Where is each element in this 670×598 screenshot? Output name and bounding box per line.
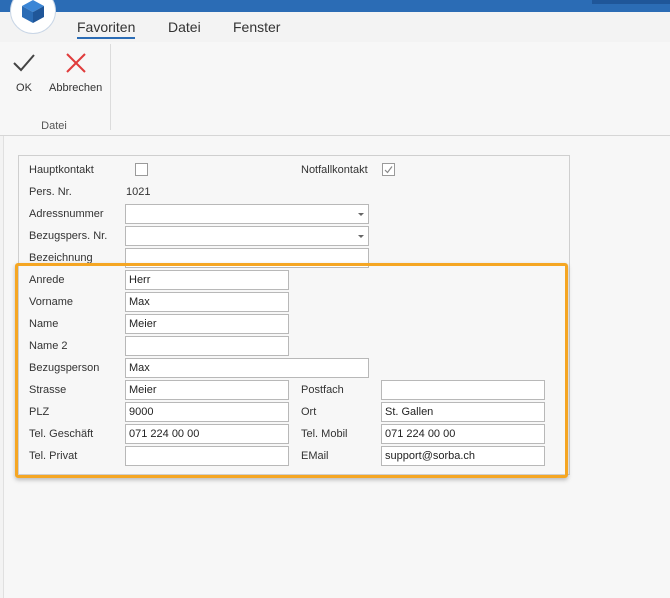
adressnummer-combo[interactable] [125,204,369,224]
close-icon [65,53,86,73]
persnr-value: 1021 [126,186,151,198]
tab-fenster[interactable]: Fenster [233,19,280,35]
name-field[interactable]: Meier [125,314,289,334]
ribbon-divider [110,44,111,130]
bezugsperson-field[interactable]: Max [125,358,369,378]
bezugsperson-label: Bezugsperson [29,362,100,374]
postfach-field[interactable] [381,380,545,400]
tab-datei[interactable]: Datei [168,19,201,35]
persnr-label: Pers. Nr. [29,186,72,198]
telmobil-field[interactable]: 071 224 00 00 [381,424,545,444]
name2-label: Name 2 [29,340,68,352]
contact-form: Hauptkontakt Notfallkontakt Pers. Nr. 10… [18,155,570,475]
checkmark-icon [13,54,35,72]
vorname-label: Vorname [29,296,74,308]
anrede-field[interactable]: Herr [125,270,289,290]
ok-button[interactable]: OK [11,50,37,94]
bezugspersnr-combo[interactable] [125,226,369,246]
ribbon: OK Abbrechen Datei [0,42,670,136]
strasse-field[interactable]: Meier [125,380,289,400]
telgeschaeft-field[interactable]: 071 224 00 00 [125,424,289,444]
bezeichnung-label: Bezeichnung [29,252,93,264]
postfach-label: Postfach [301,384,344,396]
checkmark-icon [384,166,393,174]
workspace: Hauptkontakt Notfallkontakt Pers. Nr. 10… [3,136,670,598]
email-field[interactable]: support@sorba.ch [381,446,545,466]
chevron-down-icon[interactable] [358,235,364,238]
telprivat-field[interactable] [125,446,289,466]
adressnummer-label: Adressnummer [29,208,104,220]
notfallkontakt-label: Notfallkontakt [301,164,368,176]
ribbon-group-label: Datei [41,120,67,132]
cancel-label: Abbrechen [49,82,103,94]
window-controls[interactable] [592,0,670,4]
notfallkontakt-checkbox[interactable] [382,163,395,176]
strasse-label: Strasse [29,384,67,396]
bezeichnung-field[interactable] [125,248,369,268]
tab-favoriten[interactable]: Favoriten [77,19,136,39]
plz-field[interactable]: 9000 [125,402,289,422]
vorname-field[interactable]: Max [125,292,289,312]
telgeschaeft-label: Tel. Geschäft [29,428,94,440]
ok-label: OK [16,82,32,94]
name2-field[interactable] [125,336,289,356]
telprivat-label: Tel. Privat [29,450,78,462]
ort-field[interactable]: St. Gallen [381,402,545,422]
name-label: Name [29,318,59,330]
ort-label: Ort [301,406,317,418]
cancel-button[interactable]: Abbrechen [49,50,102,94]
title-bar [0,0,670,12]
chevron-down-icon[interactable] [358,213,364,216]
menu-bar: Favoriten Datei Fenster [0,12,670,42]
hauptkontakt-label: Hauptkontakt [29,164,94,176]
plz-label: PLZ [29,406,50,418]
email-label: EMail [301,450,329,462]
telmobil-label: Tel. Mobil [301,428,348,440]
anrede-label: Anrede [29,274,65,286]
bezugspersnr-label: Bezugspers. Nr. [29,230,108,242]
hauptkontakt-checkbox[interactable] [135,163,148,176]
